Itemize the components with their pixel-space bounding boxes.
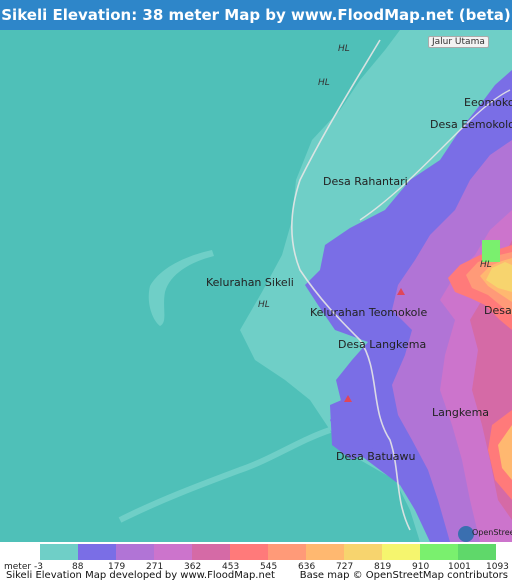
peak-top	[482, 240, 500, 262]
place-label: Eeomokolo	[464, 96, 512, 109]
place-label: Langkema	[432, 406, 490, 419]
hl-label: HL	[480, 260, 492, 270]
legend-swatch	[116, 544, 154, 560]
legend-swatch	[268, 544, 306, 560]
credit-osm: Base map © OpenStreetMap contributors	[299, 570, 508, 581]
hl-label: HL	[258, 300, 270, 310]
elevation-map[interactable]: Jalur Utama HL HL HL HL Eeomokolo Desa E…	[0, 30, 512, 542]
place-label: Desa Rahantari	[323, 175, 408, 188]
place-label: Desa Eemokolo	[430, 118, 512, 131]
legend-swatch	[306, 544, 344, 560]
legend-swatch	[382, 544, 420, 560]
legend-swatch	[40, 544, 78, 560]
legend-swatch	[458, 544, 496, 560]
osm-badge: OpenStreetMap	[472, 528, 512, 537]
place-label: Kelurahan Teomokole	[310, 306, 428, 319]
title-bar: Sikeli Elevation: 38 meter Map by www.Fl…	[0, 0, 512, 30]
legend-swatch	[78, 544, 116, 560]
hl-label: HL	[338, 44, 350, 54]
credit-floodmap: Sikeli Elevation Map developed by www.Fl…	[6, 570, 275, 581]
place-label: Desa Batuawu	[336, 450, 416, 463]
legend-swatch	[230, 544, 268, 560]
legend-swatch	[154, 544, 192, 560]
place-label: Desa Langkema	[338, 338, 427, 351]
place-label: Kelurahan Sikeli	[206, 276, 294, 289]
legend-swatch	[344, 544, 382, 560]
legend-swatch	[420, 544, 458, 560]
place-label: Desa T	[484, 304, 512, 317]
hl-label: HL	[318, 78, 330, 88]
page-title: Sikeli Elevation: 38 meter Map by www.Fl…	[1, 6, 511, 24]
road-label: Jalur Utama	[428, 36, 489, 48]
legend-swatch	[192, 544, 230, 560]
elevation-legend: meter -3 88 179 271 362 453 545 636 727 …	[0, 542, 512, 582]
